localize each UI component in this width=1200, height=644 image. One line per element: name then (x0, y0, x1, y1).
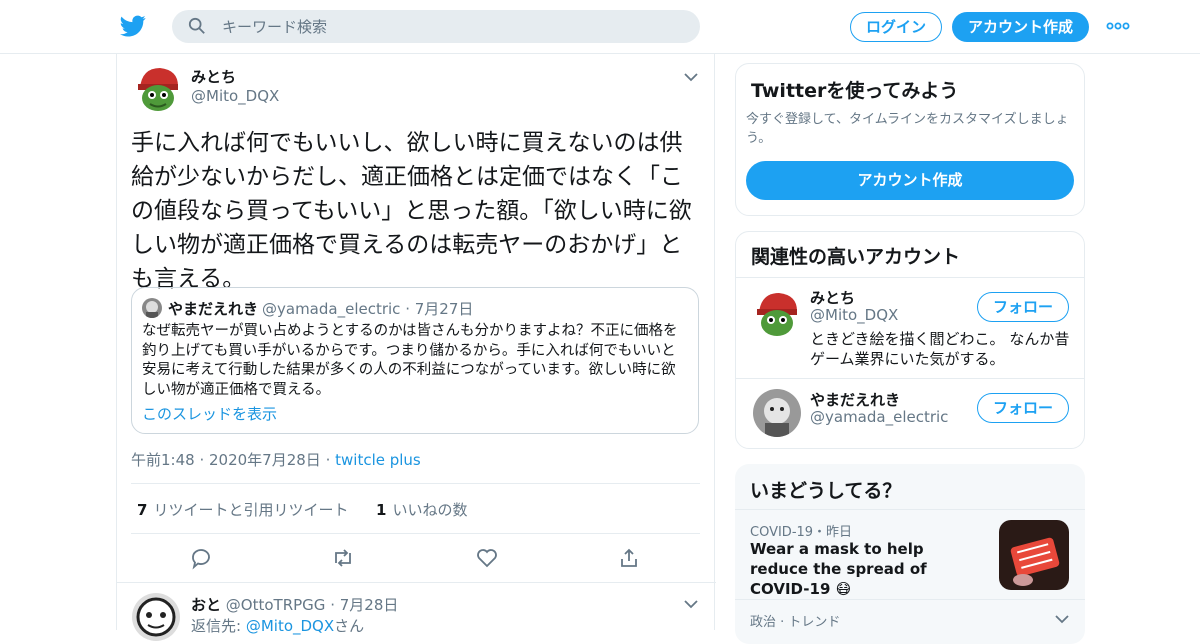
divider (131, 533, 700, 534)
search-icon (188, 17, 205, 34)
avatar (142, 298, 162, 318)
search-input[interactable] (222, 10, 682, 43)
tweet-meta: 午前1:48 · 2020年7月28日 · twitcle plus (131, 451, 421, 469)
reply-author[interactable]: おと @OttoTRPGG · 7月28日 (191, 594, 398, 615)
share-icon[interactable] (617, 546, 641, 570)
login-button[interactable]: ログイン (850, 12, 942, 42)
account-handle[interactable]: @Mito_DQX (810, 306, 898, 324)
account-name[interactable]: みとち (810, 287, 855, 308)
chevron-down-icon[interactable] (684, 599, 698, 609)
trend-image[interactable] (999, 520, 1069, 590)
follow-button[interactable]: フォロー (977, 292, 1069, 322)
like-label[interactable]: いいねの数 (392, 501, 467, 519)
reply-to-prefix: 返信先: (191, 617, 246, 635)
signup-card-title: Twitterを使ってみよう (751, 80, 959, 102)
avatar[interactable] (134, 64, 182, 112)
reply-to-handle-link[interactable]: @Mito_DQX (246, 617, 334, 635)
reply-date: 7月28日 (339, 596, 399, 614)
account-name[interactable]: やまだえれき (810, 389, 900, 410)
quoted-author-handle: @yamada_electric (262, 300, 401, 318)
retweet-count[interactable]: 7 (137, 501, 147, 519)
retweet-icon[interactable] (331, 546, 355, 570)
divider (735, 509, 1085, 510)
quoted-author-name: やまだえれき (168, 300, 259, 318)
author-name[interactable]: みとち (191, 66, 236, 87)
trends-card: いまどうしてる？ COVID-19・昨日 Wear a mask to help… (735, 464, 1085, 644)
chevron-down-icon[interactable] (684, 72, 698, 82)
trend-meta: 政治 · トレンド (750, 615, 841, 630)
reply-author-name[interactable]: おと (191, 596, 221, 614)
divider (736, 277, 1084, 278)
trend-title[interactable]: Wear a mask to help reduce the spread of… (750, 539, 985, 599)
account-bio: ときどき絵を描く閻どわこ。 なんか昔ゲーム業界にいた気がする。 (810, 330, 1070, 368)
tweet-date: 2020年7月28日 (209, 451, 321, 469)
reply-icon[interactable] (189, 546, 213, 570)
tweet-text: 手に入れば何でもいいし、欲しい時に買えないのは供給が少ないからだし、適正価格とは… (131, 130, 692, 292)
avatar[interactable] (753, 289, 801, 337)
reply-author-handle[interactable]: @OttoTRPGG (226, 596, 326, 614)
reply-to-line: 返信先: @Mito_DQXさん (191, 615, 364, 636)
avatar[interactable] (753, 389, 801, 437)
related-accounts-card: 関連性の高いアカウント みとち @Mito_DQX フォロー ときどき絵を描く閻… (735, 231, 1085, 449)
avatar-otto-image (132, 593, 180, 641)
signup-card: Twitterを使ってみよう 今すぐ登録して、タイムラインをカスタマイズしましょ… (735, 63, 1085, 216)
search-box[interactable] (172, 10, 700, 43)
account-handle[interactable]: @yamada_electric (810, 408, 948, 426)
signup-button[interactable]: アカウント作成 (952, 12, 1089, 42)
retweet-label[interactable]: リツイートと引用リツイート (153, 501, 348, 519)
tweet-source-link[interactable]: twitcle plus (335, 451, 421, 469)
reply-tweet[interactable]: おと @OttoTRPGG · 7月28日 返信先: @Mito_DQXさん (117, 582, 716, 642)
twitter-logo-icon[interactable] (120, 13, 146, 39)
quoted-date: 7月27日 (414, 300, 474, 318)
divider (735, 599, 1085, 600)
trend-meta: COVID-19・昨日 (750, 525, 853, 540)
divider (736, 378, 1084, 379)
tweet-time: 午前1:48 (131, 451, 195, 469)
tweet-stats: 7 リツイートと引用リツイート 1 いいねの数 (137, 499, 467, 520)
create-account-button[interactable]: アカウント作成 (746, 161, 1074, 200)
avatar-mito-image (134, 64, 182, 112)
divider (131, 483, 700, 484)
chevron-down-icon[interactable] (1055, 614, 1069, 624)
top-bar: ログイン アカウント作成 (0, 0, 1200, 54)
more-icon[interactable] (1106, 18, 1130, 34)
mask-gift-image (999, 520, 1069, 590)
trends-title: いまどうしてる？ (750, 480, 902, 502)
quoted-author-meta: @yamada_electric · 7月27日 (262, 300, 474, 318)
avatar-yamada-image (753, 389, 801, 437)
related-accounts-title: 関連性の高いアカウント (751, 246, 961, 268)
quoted-tweet[interactable]: やまだえれき @yamada_electric · 7月27日 なぜ転売ヤーが買… (131, 287, 699, 434)
avatar-yamada-image (142, 298, 162, 318)
show-thread-link[interactable]: このスレッドを表示 (142, 403, 277, 424)
like-heart-icon[interactable] (475, 546, 499, 570)
tweet-column: みとち @Mito_DQX 手に入れば何でもいいし、欲しい時に買えないのは供給が… (116, 54, 716, 641)
tweet-actions (189, 546, 649, 570)
signup-card-subtitle: 今すぐ登録して、タイムラインをカスタマイズしましょう。 (746, 112, 1069, 146)
avatar-mito-image (753, 289, 801, 337)
follow-button[interactable]: フォロー (977, 393, 1069, 423)
avatar[interactable] (132, 593, 180, 641)
like-count[interactable]: 1 (376, 501, 386, 519)
author-handle[interactable]: @Mito_DQX (191, 87, 279, 105)
quoted-text: なぜ転売ヤーが買い占めようとするのかは皆さんも分かりますよね？不正に価格を釣り上… (142, 323, 678, 398)
reply-to-suffix: さん (334, 617, 365, 635)
